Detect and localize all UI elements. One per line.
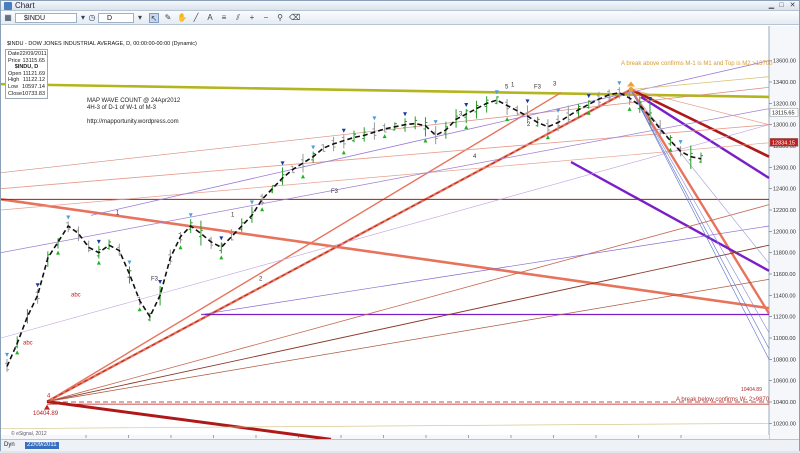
bottom-date: 22/09/2011 — [25, 442, 59, 449]
minimize-icon[interactable]: ▁ — [767, 2, 776, 10]
data-window: Date 22/09/2011 Price 13115.65 $INDU, D Op… — [5, 49, 48, 100]
y-tick-label: 10200.00 — [773, 421, 796, 427]
open-label: Open — [8, 70, 22, 77]
top-pivot-marker — [628, 86, 634, 92]
break-below-note: A break below confirms W- 2>9870 — [676, 397, 770, 403]
period-input[interactable]: D — [98, 13, 134, 23]
chart-title: $INDU - DOW JONES INDUSTRIAL AVERAGE, D,… — [7, 41, 197, 47]
maximize-icon[interactable]: □ — [777, 2, 786, 10]
low-point-label: 10404.89 — [33, 411, 59, 417]
y-tick-label: 13000.00 — [773, 123, 796, 129]
wave-label: abc — [23, 341, 33, 347]
high-label: High — [8, 77, 20, 84]
y-tick-label: 11800.00 — [773, 251, 796, 257]
dyn-label: Dyn — [4, 442, 15, 448]
zoom-in-icon[interactable]: + — [247, 13, 257, 23]
text-icon[interactable]: A — [205, 13, 215, 23]
y-tick-label: 10800.00 — [773, 357, 796, 363]
y-tick-label: 10600.00 — [773, 379, 796, 385]
zoom-out-icon[interactable]: − — [261, 13, 271, 23]
databox-symbol: $INDU, D — [14, 64, 39, 71]
pin-icon[interactable]: ⚲ — [275, 13, 285, 23]
clock-icon[interactable]: ◷ — [87, 13, 97, 23]
close-icon[interactable]: ✕ — [788, 2, 797, 10]
low-label: Low — [8, 83, 19, 90]
bottom-bar: Dyn 22/09/2011 — [1, 439, 799, 451]
fib-icon[interactable]: ≡ — [219, 13, 229, 23]
right-low-label: 10404.89 — [741, 387, 762, 393]
cursor-icon[interactable]: ↖ — [149, 13, 159, 23]
price-label-text: 13115.65 — [772, 110, 795, 116]
chart-area[interactable]: 10200.00 10400.00 10600.00 10800.00 11000.00… — [0, 26, 799, 451]
title-bar: Chart ▁ □ ✕ — [1, 1, 799, 11]
price-label: Price — [8, 57, 21, 64]
y-tick-label: 11400.00 — [773, 293, 796, 299]
y-tick-label: 13600.00 — [773, 59, 796, 65]
symbol-value: $INDU — [24, 15, 46, 22]
wave-label: F3 — [534, 85, 542, 91]
y-tick-label: 12200.00 — [773, 208, 796, 214]
y-tick-label: 11000.00 — [773, 336, 796, 342]
toolbar: ▦ $INDU ▾ ◷ D ▾ ↖ ✎ ✋ ╱ A ≡ ⫽ + − ⚲ ⌫ — [1, 11, 799, 25]
chart-app-icon — [4, 2, 12, 10]
wave-label: abc — [71, 293, 81, 299]
window-title: Chart — [15, 1, 35, 10]
channel-icon[interactable]: ⫽ — [233, 13, 243, 23]
price-chart[interactable]: 10200.00 10400.00 10600.00 10800.00 11000.00… — [0, 26, 799, 451]
date-value: 22/09/2011 — [19, 51, 47, 57]
y-tick-label: 10400.00 — [773, 400, 796, 406]
price-axis — [769, 26, 799, 451]
open-value: 11121.69 — [22, 70, 45, 77]
close-value: 10733.83 — [22, 90, 46, 97]
close-label: Close — [8, 90, 23, 97]
wave-count-note: MAP WAVE COUNT @ 24Apr2012 — [87, 98, 181, 104]
price-value: 13115.65 — [22, 57, 45, 64]
chart-window: Chart ▁ □ ✕ ▦ $INDU ▾ ◷ D ▾ ↖ ✎ ✋ ╱ A ≡ … — [0, 0, 800, 451]
period-dropdown-icon[interactable]: ▾ — [135, 13, 145, 23]
y-tick-label: 11200.00 — [773, 315, 796, 321]
wave-label: F3 — [331, 189, 339, 195]
wave-label: F3 — [151, 277, 159, 283]
symbol-input[interactable]: $INDU — [15, 13, 77, 23]
grid-icon[interactable]: ▦ — [3, 13, 13, 23]
price-label-text: 12834.15 — [772, 140, 795, 146]
wave-degree-note: 4H-3 of D-1 of W-1 of M-3 — [87, 105, 156, 111]
period-value: D — [107, 15, 113, 22]
low-value: 10597.14 — [22, 83, 45, 90]
y-tick-label: 12600.00 — [773, 165, 796, 171]
y-tick-label: 13400.00 — [773, 80, 796, 86]
y-tick-label: 12000.00 — [773, 229, 796, 235]
date-label: Date — [8, 51, 20, 57]
high-value: 11122.12 — [22, 77, 45, 84]
line-icon[interactable]: ╱ — [191, 13, 201, 23]
eraser-icon[interactable]: ⌫ — [289, 13, 300, 23]
copyright: © eSignal, 2012 — [11, 431, 47, 437]
y-tick-label: 11600.00 — [773, 272, 796, 278]
blog-url[interactable]: http://mapportunity.wordpress.com — [87, 119, 179, 126]
y-tick-label: 12400.00 — [773, 187, 796, 193]
y-tick-label: 13200.00 — [773, 101, 796, 107]
hand-icon[interactable]: ✋ — [177, 13, 187, 23]
break-above-note: A break above confirms M-1 is M1 and Top… — [621, 61, 773, 67]
pencil-icon[interactable]: ✎ — [163, 13, 173, 23]
